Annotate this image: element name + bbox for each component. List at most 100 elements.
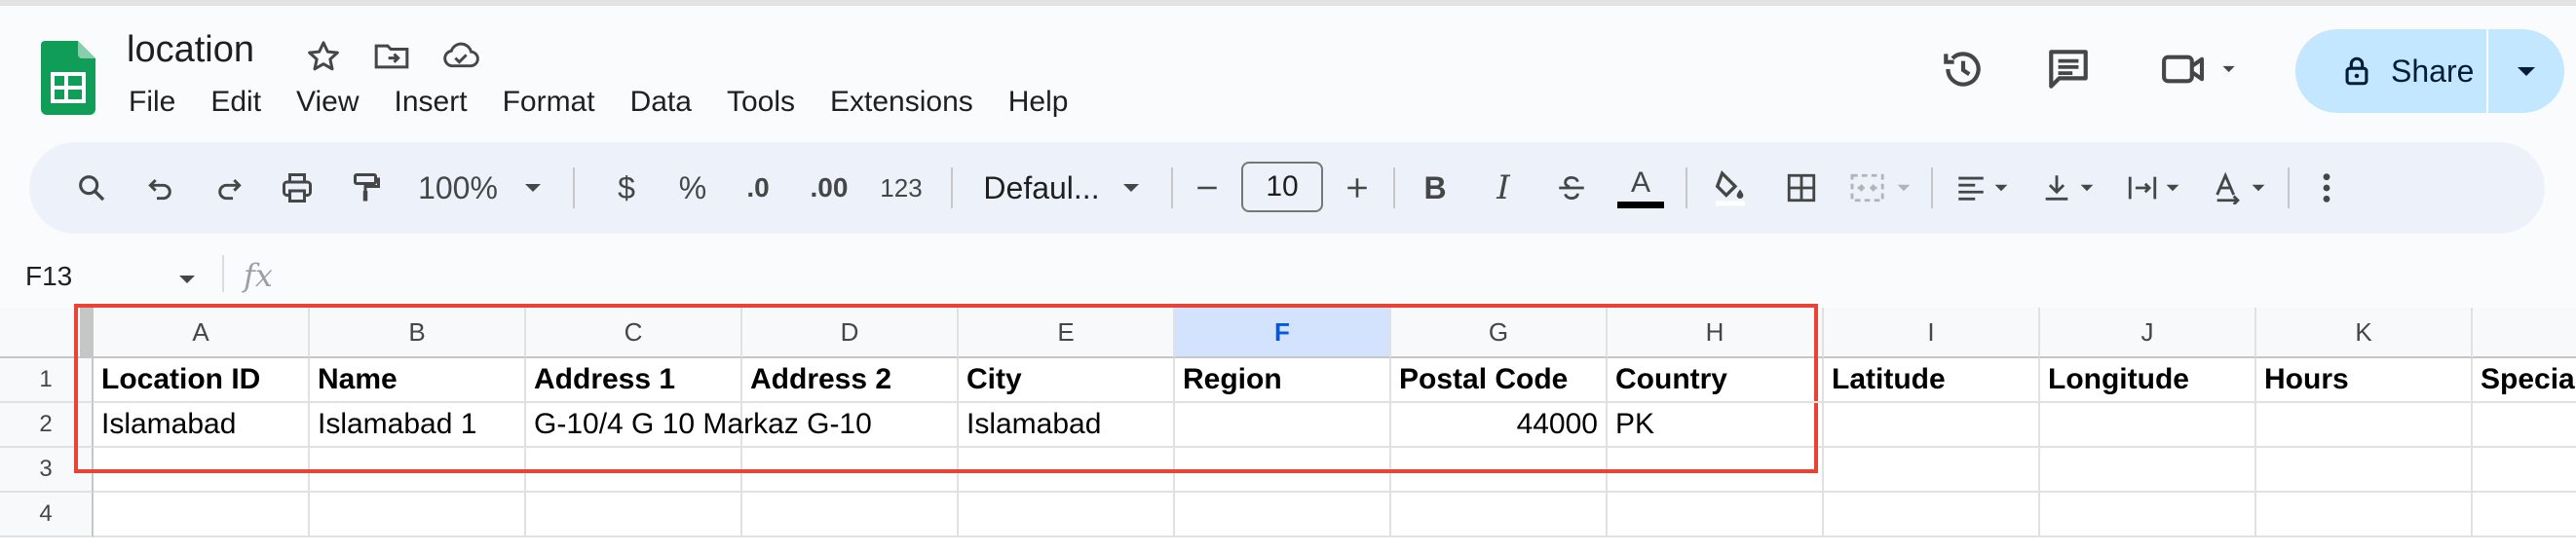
undo-icon[interactable] (136, 142, 185, 234)
formula-input[interactable] (292, 251, 2553, 294)
zoom-select[interactable]: 100% (407, 142, 553, 234)
column-header-d[interactable]: D (742, 308, 959, 358)
cell-a4[interactable] (94, 493, 310, 537)
move-to-folder-icon[interactable] (372, 37, 411, 76)
cell-g3[interactable] (1391, 448, 1608, 493)
cell-k2[interactable] (2256, 403, 2473, 448)
font-size-input[interactable]: 10 (1241, 162, 1323, 212)
cell-k3[interactable] (2256, 448, 2473, 493)
cell-d3[interactable] (742, 448, 959, 493)
search-menus-icon[interactable] (64, 142, 119, 234)
borders-button[interactable] (1771, 142, 1832, 234)
column-header-l[interactable] (2473, 308, 2576, 358)
menu-help[interactable]: Help (1008, 84, 1069, 121)
version-history-icon[interactable] (1939, 45, 1988, 93)
spreadsheet-grid[interactable]: A B C D E F G H I J K 1 Location ID Name Address 1 Addr… (0, 308, 2576, 553)
cell-d1[interactable]: Address 2 (742, 358, 959, 403)
menu-tools[interactable]: Tools (727, 84, 795, 121)
cell-j3[interactable] (2040, 448, 2256, 493)
cell-c3[interactable] (526, 448, 742, 493)
menu-data[interactable]: Data (630, 84, 692, 121)
cell-j2[interactable] (2040, 403, 2256, 448)
cell-b4[interactable] (310, 493, 526, 537)
cell-b2[interactable]: Islamabad 1 (310, 403, 526, 448)
cell-h1[interactable]: Country (1608, 358, 1824, 403)
text-color-button[interactable]: A (1610, 142, 1672, 234)
share-dropdown-button[interactable] (2488, 29, 2564, 113)
cell-f4[interactable] (1175, 493, 1391, 537)
more-formats-button[interactable]: 123 (867, 142, 935, 234)
more-options-button[interactable] (2299, 142, 2354, 234)
cell-e1[interactable]: City (959, 358, 1175, 403)
column-header-j[interactable]: J (2040, 308, 2256, 358)
increase-decimal-button[interactable]: .00 (795, 142, 863, 234)
column-header-b[interactable]: B (310, 308, 526, 358)
cell-j4[interactable] (2040, 493, 2256, 537)
horizontal-align-button[interactable] (1943, 142, 2021, 234)
cell-h2[interactable]: PK (1608, 403, 1824, 448)
cell-a2[interactable]: Islamabad (94, 403, 310, 448)
cell-b1[interactable]: Name (310, 358, 526, 403)
cell-j1[interactable]: Longitude (2040, 358, 2256, 403)
font-family-select[interactable]: Defaul... (965, 142, 1159, 234)
cell-f3[interactable] (1175, 448, 1391, 493)
cloud-saved-icon[interactable] (440, 37, 479, 76)
decrease-font-size-button[interactable] (1183, 142, 1231, 234)
row-header-2[interactable]: 2 (0, 403, 94, 448)
share-button[interactable]: Share (2295, 29, 2486, 113)
cell-a3[interactable] (94, 448, 310, 493)
cell-l2[interactable] (2473, 403, 2576, 448)
column-header-f[interactable]: F (1175, 308, 1391, 358)
cell-i3[interactable] (1824, 448, 2040, 493)
column-header-c[interactable]: C (526, 308, 742, 358)
format-percent-button[interactable]: % (666, 142, 719, 234)
cell-c1[interactable]: Address 1 (526, 358, 742, 403)
cell-d4[interactable] (742, 493, 959, 537)
star-icon[interactable] (304, 37, 343, 76)
vertical-align-button[interactable] (2028, 142, 2106, 234)
decrease-decimal-button[interactable]: .0 (727, 142, 789, 234)
menu-edit[interactable]: Edit (210, 84, 261, 121)
cell-k1[interactable]: Hours (2256, 358, 2473, 403)
cell-g2[interactable]: 44000 (1391, 403, 1608, 448)
redo-icon[interactable] (205, 142, 253, 234)
meet-camera-icon[interactable] (2159, 45, 2247, 93)
cell-i2[interactable] (1824, 403, 2040, 448)
document-title[interactable]: location (127, 29, 254, 71)
bold-button[interactable]: B (1405, 142, 1465, 234)
cell-e3[interactable] (959, 448, 1175, 493)
select-all-corner[interactable] (0, 308, 94, 358)
strikethrough-button[interactable] (1541, 142, 1602, 234)
fill-color-button[interactable] (1697, 142, 1763, 234)
column-header-e[interactable]: E (959, 308, 1175, 358)
column-header-h[interactable]: H (1608, 308, 1824, 358)
name-box-dropdown[interactable] (177, 273, 197, 290)
menu-insert[interactable]: Insert (395, 84, 468, 121)
sheets-logo-icon[interactable] (41, 41, 95, 115)
cell-l1[interactable]: Special (2473, 358, 2576, 403)
menu-file[interactable]: File (129, 84, 175, 121)
freeze-handle[interactable] (80, 308, 92, 356)
increase-font-size-button[interactable] (1333, 142, 1382, 234)
column-header-g[interactable]: G (1391, 308, 1608, 358)
column-header-a[interactable]: A (94, 308, 310, 358)
column-header-k[interactable]: K (2256, 308, 2473, 358)
cell-h4[interactable] (1608, 493, 1824, 537)
cell-b3[interactable] (310, 448, 526, 493)
row-header-3[interactable]: 3 (0, 448, 94, 493)
row-header-4[interactable]: 4 (0, 493, 94, 537)
cell-i4[interactable] (1824, 493, 2040, 537)
text-rotation-button[interactable] (2200, 142, 2278, 234)
cell-i1[interactable]: Latitude (1824, 358, 2040, 403)
cell-k4[interactable] (2256, 493, 2473, 537)
menu-format[interactable]: Format (503, 84, 595, 121)
column-header-i[interactable]: I (1824, 308, 2040, 358)
cell-g1[interactable]: Postal Code (1391, 358, 1608, 403)
text-wrapping-button[interactable] (2114, 142, 2192, 234)
cell-e4[interactable] (959, 493, 1175, 537)
comments-icon[interactable] (2044, 45, 2093, 93)
cell-c4[interactable] (526, 493, 742, 537)
cell-l3[interactable] (2473, 448, 2576, 493)
cell-c2[interactable]: G-10/4 G 10 Markaz G-10 (526, 403, 872, 448)
cell-f2[interactable] (1175, 403, 1391, 448)
